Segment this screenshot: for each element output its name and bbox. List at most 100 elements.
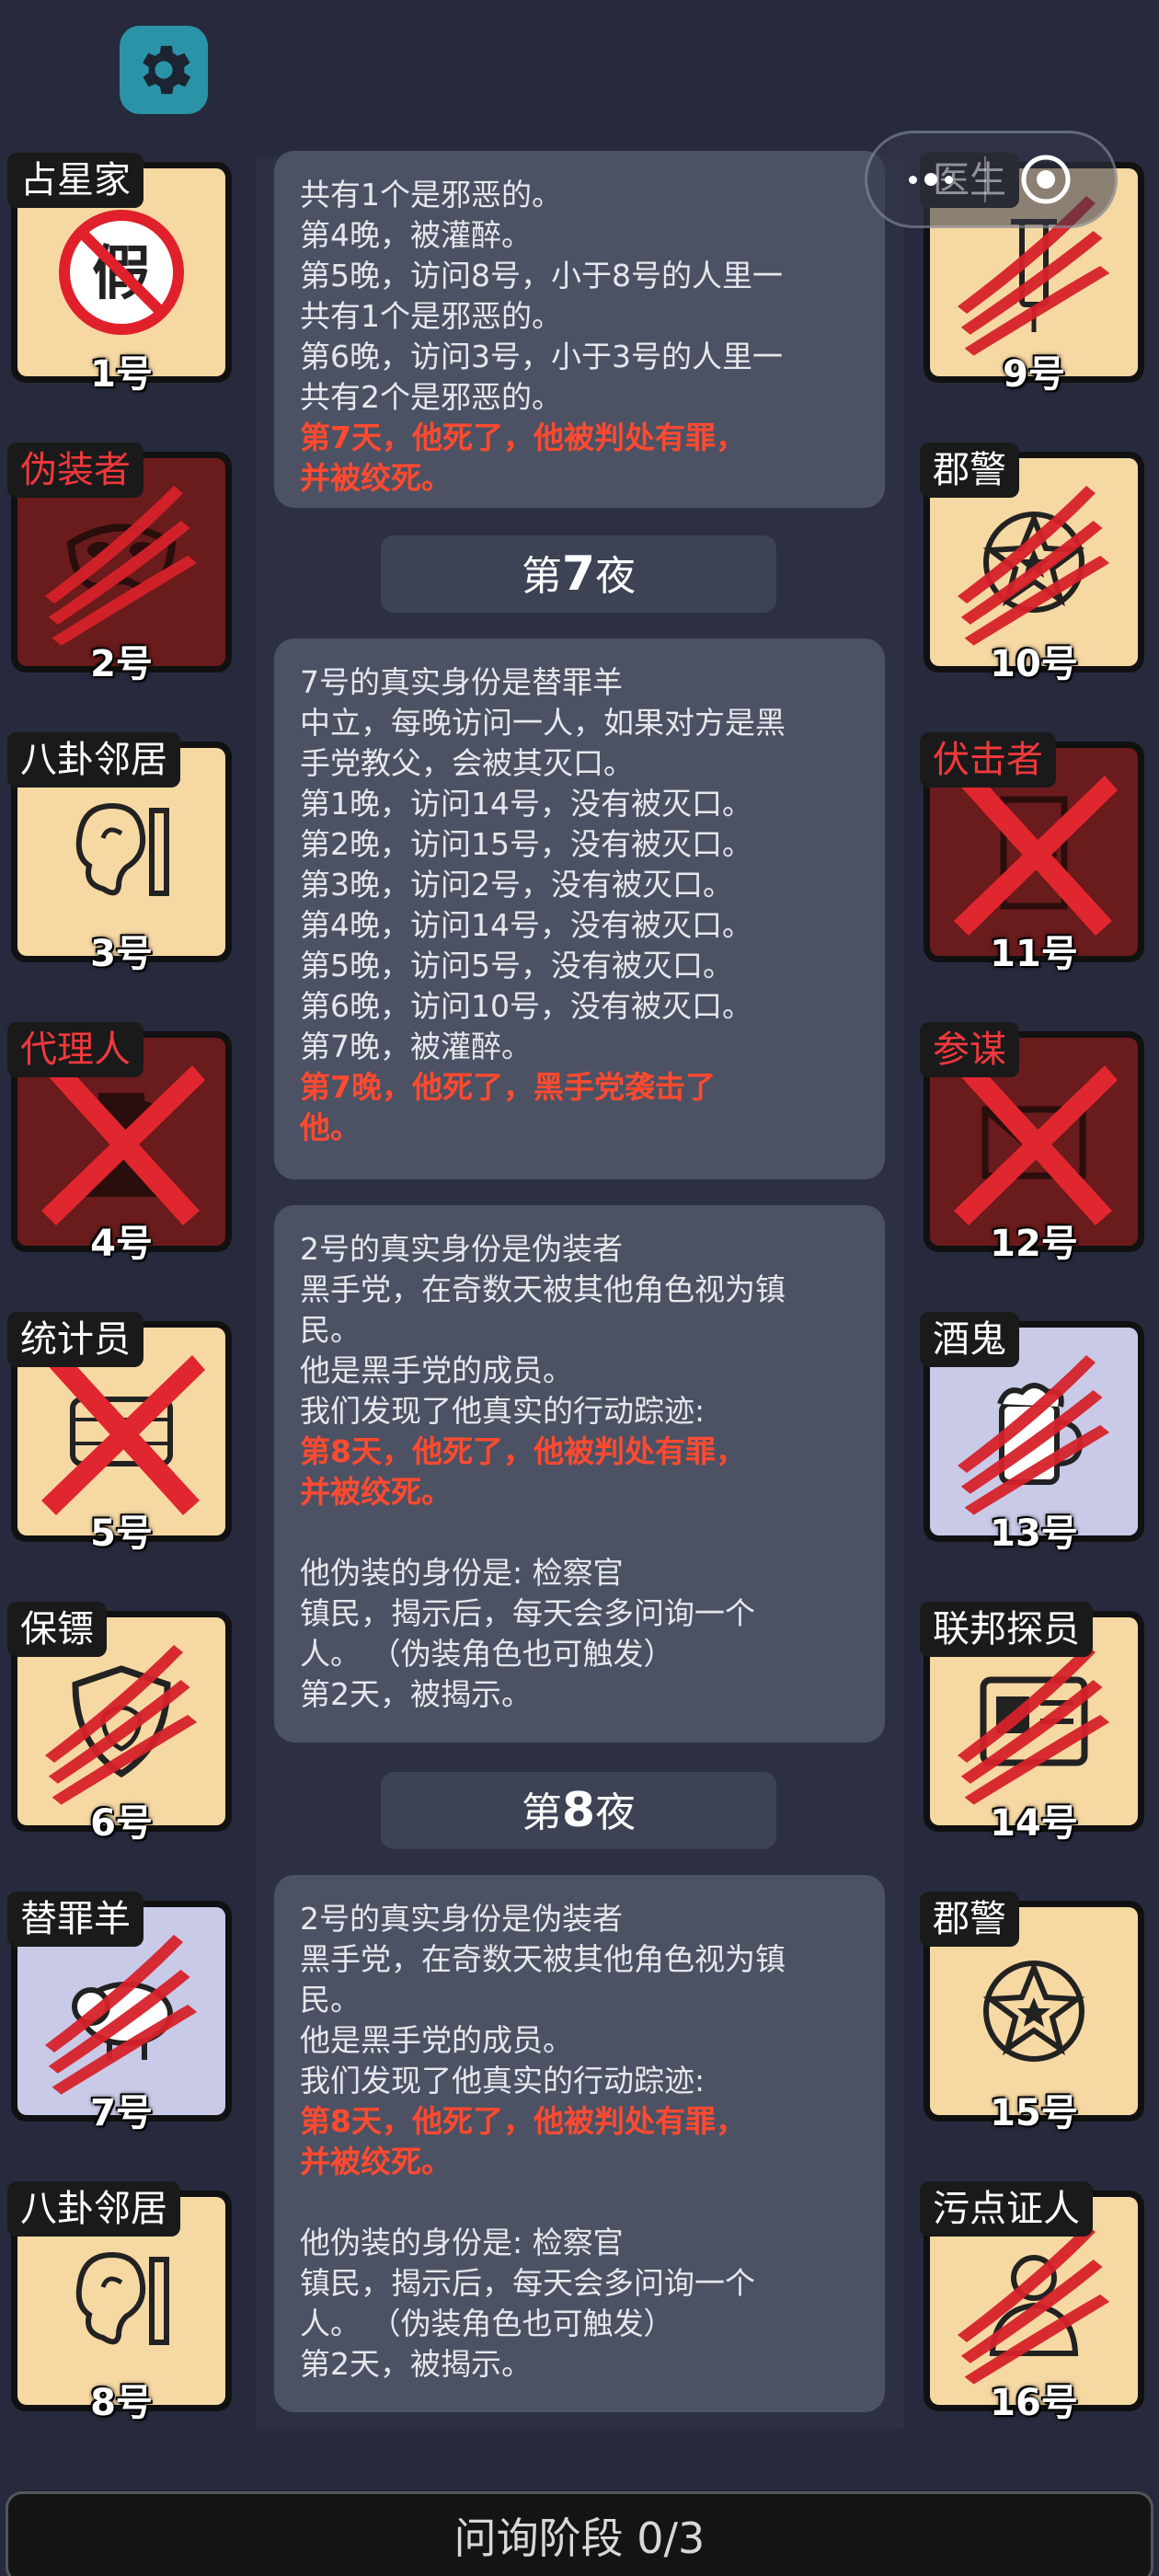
player-card[interactable]: 统计员 5号	[7, 1312, 232, 1555]
agent-icon	[80, 1093, 163, 1197]
player-card[interactable]: 联邦探员 14号	[920, 1602, 1144, 1845]
log-line: 中立，每晚访问一人，如果对方是黑	[300, 705, 786, 741]
log-line: 2号的真实身份是伪装者	[300, 1231, 623, 1267]
player-card[interactable]: 八卦邻居 3号	[7, 732, 232, 975]
player-number: 7号	[90, 2092, 153, 2134]
player-role-label: 替罪羊	[7, 1892, 143, 1947]
player-number: 1号	[90, 353, 153, 396]
log-line: 共有2个是邪恶的。	[300, 379, 562, 415]
log-panel-2: 7号的真实身份是替罪羊中立，每晚访问一人，如果对方是黑 手党教父，会被其灭口。第1…	[274, 638, 885, 1179]
log-line: 我们发现了他真实的行动踪迹:	[300, 2063, 706, 2099]
sheriff-star-icon	[982, 1961, 1085, 2062]
player-role-label: 郡警	[920, 1892, 1019, 1947]
player-number: 8号	[90, 2382, 153, 2424]
log-line: 手党教父，会被其灭口。	[300, 745, 634, 781]
sheep-icon	[72, 1982, 173, 2060]
log-line: 第2天，被揭示。	[300, 2346, 532, 2382]
player-card[interactable]: 保镖 6号	[7, 1602, 232, 1845]
witness-icon	[989, 2255, 1079, 2356]
player-role-label: 保镖	[7, 1602, 107, 1657]
log-line: 民。	[300, 1982, 361, 2018]
player-card[interactable]: 假占星家 1号	[7, 153, 232, 396]
player-number: 13号	[990, 1512, 1078, 1555]
player-number: 9号	[1003, 353, 1065, 396]
player-card[interactable]: 参谋 12号	[920, 1022, 1144, 1265]
player-role-label: 八卦邻居	[7, 2181, 180, 2237]
player-role-label: 伪装者	[7, 443, 143, 498]
log-line: 2号的真实身份是伪装者	[300, 1901, 623, 1937]
log-line: 人。 （伪装角色也可触发）	[300, 2306, 674, 2341]
mask-icon	[66, 523, 177, 591]
player-card[interactable]: 郡警 15号	[920, 1892, 1144, 2134]
beer-mug-icon	[997, 1383, 1084, 1485]
ear-icon	[75, 802, 169, 896]
settings-button[interactable]	[120, 26, 208, 114]
log-panel-3: 2号的真实身份是伪装者 黑手党，在奇数天被其他角色视为镇 民。 他是黑手党的成员。 我们…	[274, 1205, 885, 1742]
log-line-death: 并被绞死。	[300, 1474, 452, 1510]
player-number: 11号	[990, 933, 1078, 975]
phase-label: 问询阶段 0/3	[453, 2513, 706, 2563]
player-number: 5号	[90, 1512, 153, 1555]
event-log[interactable]: 共有1个是邪恶的。 第4晚，被灌醉。第5晚，访问8号，小于8号的人里一 共有1个是邪…	[256, 151, 903, 2429]
log-line: 黑手党，在奇数天被其他角色视为镇	[300, 1941, 786, 1977]
player-card[interactable]: 代理人 4号	[7, 1022, 232, 1265]
log-line: 第6晚，访问3号，小于3号的人里一	[300, 339, 783, 374]
player-card[interactable]: 酒鬼 13号	[920, 1312, 1144, 1555]
log-line-death: 第8天，他死了，他被判处有罪，	[300, 2103, 746, 2139]
log-line: 第1晚，访问14号，没有被灭口。	[300, 786, 752, 822]
target-circle-icon[interactable]	[1018, 152, 1073, 207]
log-line-death: 并被绞死。	[300, 2144, 452, 2179]
badge-card-icon	[980, 1676, 1088, 1766]
player-card[interactable]: 伏击者 11号	[920, 732, 1144, 975]
player-number: 15号	[990, 2092, 1078, 2134]
log-line-death: 第8天，他死了，他被判处有罪，	[300, 1433, 746, 1469]
log-line: 镇民，揭示后，每天会多问询一个	[300, 1595, 755, 1631]
more-dots-icon[interactable]	[909, 173, 954, 186]
ear-icon	[75, 2251, 169, 2345]
player-role-label: 酒鬼	[920, 1312, 1019, 1367]
capsule-divider	[984, 156, 987, 202]
log-line-death: 第7天，他死了，他被判处有罪，	[300, 420, 746, 455]
player-role-label: 代理人	[7, 1022, 143, 1077]
player-number: 10号	[990, 643, 1078, 685]
gear-icon	[143, 45, 191, 95]
night-7-header: 第7夜	[381, 535, 776, 613]
log-line: 第4晚，被灌醉。	[300, 217, 532, 253]
miniprogram-capsule	[865, 131, 1118, 228]
envelope-icon	[981, 1106, 1086, 1179]
player-number: 16号	[990, 2382, 1078, 2424]
log-line: 民。	[300, 1312, 361, 1348]
player-card[interactable]: 伪装者 2号	[7, 443, 232, 685]
phase-bar[interactable]: 问询阶段 0/3	[6, 2491, 1153, 2576]
log-line: 7号的真实身份是替罪羊	[300, 664, 623, 700]
player-card[interactable]: 替罪羊 7号	[7, 1892, 232, 2134]
log-line: 共有1个是邪恶的。	[300, 298, 562, 334]
log-line: 第3晚，访问2号，没有被灭口。	[300, 867, 733, 903]
player-card[interactable]: 污点证人 16号	[920, 2181, 1144, 2424]
log-line: 他伪装的身份是: 检察官	[300, 1555, 624, 1591]
player-number: 6号	[90, 1802, 153, 1845]
player-number: 12号	[990, 1223, 1078, 1265]
player-card[interactable]: 八卦邻居 8号	[7, 2181, 232, 2424]
night-8-header: 第8夜	[381, 1772, 776, 1849]
shield-icon	[72, 1665, 171, 1778]
log-line: 他是黑手党的成员。	[300, 2022, 573, 2058]
log-line: 共有1个是邪恶的。	[300, 177, 562, 213]
log-line: 第5晚，访问8号，小于8号的人里一	[300, 258, 783, 293]
player-role-label: 污点证人	[920, 2181, 1093, 2237]
log-line: 他伪装的身份是: 检察官	[300, 2225, 624, 2260]
player-role-label: 联邦探员	[920, 1602, 1093, 1657]
log-line: 第7晚，被灌醉。	[300, 1029, 532, 1064]
player-role-label: 统计员	[7, 1312, 143, 1367]
player-number: 3号	[90, 933, 153, 975]
player-role-label: 占星家	[7, 153, 143, 208]
player-role-label: 八卦邻居	[7, 732, 180, 788]
door-icon	[1000, 796, 1068, 910]
log-line: 我们发现了他真实的行动踪迹:	[300, 1393, 706, 1429]
log-line: 第2晚，访问15号，没有被灭口。	[300, 826, 752, 862]
player-card[interactable]: 郡警 10号	[920, 443, 1144, 685]
log-line: 他是黑手党的成员。	[300, 1352, 573, 1388]
log-panel-1: 共有1个是邪恶的。 第4晚，被灌醉。第5晚，访问8号，小于8号的人里一 共有1个是邪…	[274, 151, 885, 508]
